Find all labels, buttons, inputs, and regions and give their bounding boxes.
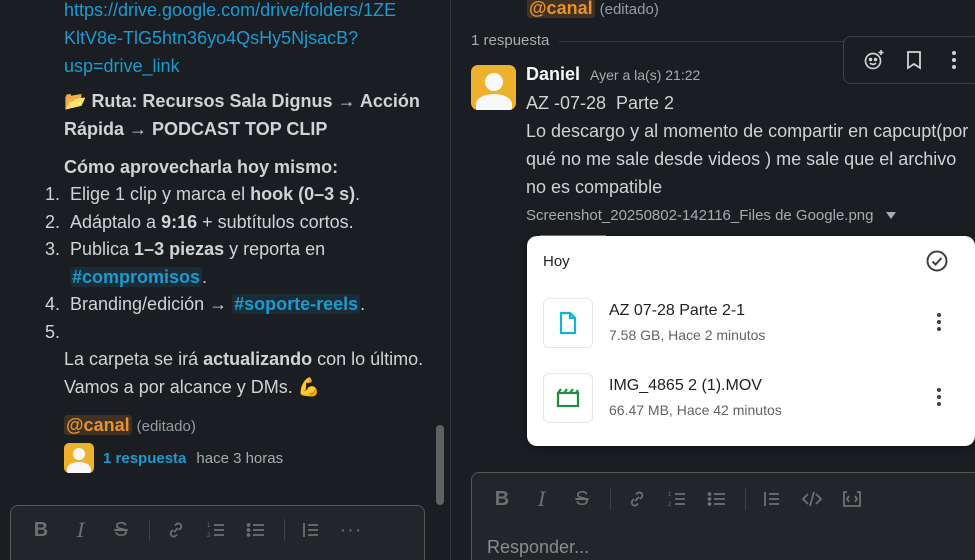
mention-line: @canal (editado) [64,411,439,441]
channel-link-compromisos[interactable]: #compromisos [70,266,203,287]
drive-link-line[interactable]: KltV8e-TlG5htn36yo4QsHy5NjsacB? [64,24,439,52]
file-meta: 66.47 MB, Hace 42 minutos [609,402,782,418]
toolbar-divider [745,488,746,510]
list-item: 3. Publica 1–3 piezas y reporta en #compro… [44,239,326,287]
channel-mention[interactable]: @canal [527,0,595,18]
message-composer[interactable]: B I S 12 ··· [10,505,425,560]
replies-time: hace 3 horas [196,449,284,467]
timestamp[interactable]: Ayer a la(s) 21:22 [590,67,700,83]
attachment-header[interactable]: Screenshot_20250802-142116_Files de Goog… [526,207,896,224]
drive-link[interactable]: https://drive.google.com/drive/folders/1… [64,0,439,80]
edited-label: (editado) [136,418,196,435]
more-actions-icon[interactable] [934,40,974,80]
select-all-check-icon[interactable] [925,249,949,273]
reply-input[interactable]: Responder... [472,525,975,558]
popup-header: Hoy [543,253,570,270]
bold-icon[interactable]: B [486,483,518,515]
list-item: 1. Elige 1 clip y marca el hook (0–3 s). [44,184,361,204]
blockquote-icon[interactable] [756,483,788,515]
video-icon [543,373,593,423]
reply-composer[interactable]: B I S 12 Responder... [471,472,975,560]
bulleted-list-icon[interactable] [240,514,272,546]
channel-link-soporte-reels[interactable]: #soporte-reels [232,294,361,314]
more-icon[interactable]: ··· [335,514,367,546]
edited-label: (editado) [599,1,659,18]
link-icon[interactable] [621,483,653,515]
message-actions [843,36,975,84]
toolbar-divider [610,488,611,510]
svg-text:1: 1 [207,523,211,529]
folder-emoji: 📂 [64,91,87,111]
file-meta: 7.58 GB, Hace 2 minutos [609,327,766,343]
chevron-down-icon[interactable] [885,212,896,219]
format-toolbar: B I S 12 ··· [11,506,424,554]
route-text: 📂 Ruta: Recursos Sala Dignus → Acción Rá… [64,87,439,143]
strikethrough-icon[interactable]: S [566,483,598,515]
muscle-emoji: 💪 [297,377,321,397]
howto-title: Cómo aprovecharla hoy mismo: [64,157,339,177]
replies-count: 1 respuesta [471,32,550,49]
message-body: Lo descargo y al momento de compartir en… [526,121,969,197]
svg-text:2: 2 [207,533,211,539]
recent-files-popup: Hoy AZ 07-28 Parte 2-1 7.58 GB, Hace 2 m… [527,236,975,446]
italic-icon[interactable]: I [526,483,558,515]
parent-mention-line: @canal (editado) [527,0,659,22]
steps-list: 1. Elige 1 clip y marca el hook (0–3 s). … [34,181,444,346]
drive-link-line[interactable]: usp=drive_link [64,52,439,80]
list-item: 5. [44,321,60,342]
message-title: AZ -07-28 Parte 2 [526,93,675,113]
bulleted-list-icon[interactable] [701,483,733,515]
scrollbar[interactable] [436,425,444,505]
closing-text: La carpeta se irá actualizando con lo úl… [64,349,424,397]
channel-pane: https://drive.google.com/drive/folders/1… [0,0,450,560]
file-row[interactable]: IMG_4865 2 (1).MOV 66.47 MB, Hace 42 min… [543,373,963,433]
author-name[interactable]: Daniel [526,64,580,85]
toolbar-divider [284,519,285,541]
file-row[interactable]: AZ 07-28 Parte 2-1 7.58 GB, Hace 2 minut… [543,298,963,358]
svg-text:1: 1 [668,492,672,498]
drive-link-line[interactable]: https://drive.google.com/drive/folders/1… [64,0,439,24]
ordered-list-icon[interactable]: 12 [200,514,232,546]
file-options-icon[interactable] [929,312,949,332]
document-icon [543,298,593,348]
route-line: Ruta: Recursos Sala Dignus → Acción [91,91,420,111]
route-line: Rápida → PODCAST TOP CLIP [64,119,328,139]
format-toolbar: B I S 12 [472,473,975,525]
code-icon[interactable] [796,483,828,515]
strikethrough-icon[interactable]: S [105,514,137,546]
file-options-icon[interactable] [929,387,949,407]
attachment-name[interactable]: Screenshot_20250802-142116_Files de Goog… [526,207,874,224]
thread-replies[interactable]: 1 respuesta hace 3 horas [64,443,283,473]
blockquote-icon[interactable] [295,514,327,546]
message-header: Daniel Ayer a la(s) 21:22 [526,64,700,85]
file-name: IMG_4865 2 (1).MOV [609,377,762,394]
avatar[interactable] [471,65,516,110]
code-block-icon[interactable] [836,483,868,515]
replies-divider [559,41,859,42]
add-reaction-icon[interactable] [854,40,894,80]
replies-link[interactable]: 1 respuesta [103,450,186,467]
list-item: 2. Adáptalo a 9:16 + subtítulos cortos. [44,211,354,232]
file-name: AZ 07-28 Parte 2-1 [609,302,746,319]
channel-mention[interactable]: @canal [64,415,132,435]
list-item: 4. Branding/edición → #soporte-reels. [44,294,366,314]
link-icon[interactable] [160,514,192,546]
svg-text:2: 2 [668,502,672,508]
avatar [64,443,94,473]
ordered-list-icon[interactable]: 12 [661,483,693,515]
toolbar-divider [149,519,150,541]
italic-icon[interactable]: I [65,514,97,546]
bold-icon[interactable]: B [25,514,57,546]
bookmark-icon[interactable] [894,40,934,80]
